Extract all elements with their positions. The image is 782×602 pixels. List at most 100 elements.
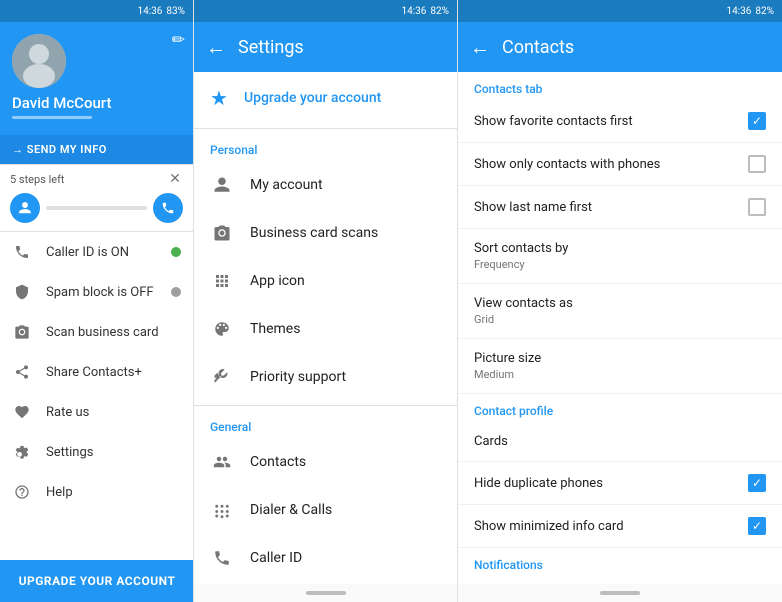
right-panel: 14:36 82% ← Contacts Contacts tab Show f… (458, 0, 782, 602)
nav-indicator-right (600, 591, 640, 595)
share-icon (12, 362, 32, 382)
row-picture-size[interactable]: Picture size Medium (458, 339, 782, 394)
middle-nav-bar (194, 584, 457, 602)
app-icon-label: App icon (250, 273, 305, 289)
help-icon (12, 482, 32, 502)
only-with-phones-checkbox[interactable] (748, 155, 766, 173)
status-time-middle: 14:36 (402, 6, 427, 17)
upgrade-item[interactable]: ★ Upgrade your account (194, 72, 457, 124)
show-minimized-checkbox[interactable]: ✓ (748, 517, 766, 535)
row-sort-contacts[interactable]: Sort contacts by Frequency (458, 229, 782, 284)
row-birthdays[interactable]: Birthdays notification ✓ (458, 576, 782, 584)
caller-id-label: Caller ID is ON (46, 245, 129, 260)
settings-header: ← Settings (194, 22, 457, 72)
contacts-title: Contacts (502, 37, 574, 58)
help-label: Help (46, 485, 73, 500)
settings-item-business-card[interactable]: Business card scans (194, 209, 457, 257)
settings-label: Settings (46, 445, 93, 460)
contacts-settings-label: Contacts (250, 454, 306, 470)
caller-id-icon (210, 546, 234, 570)
close-steps-icon[interactable]: ✕ (167, 171, 183, 187)
steps-banner: 5 steps left ✕ (0, 165, 193, 191)
settings-back-button[interactable]: ← (206, 35, 226, 60)
row-view-contacts[interactable]: View contacts as Grid (458, 284, 782, 339)
avatar (12, 34, 66, 88)
shield-icon (12, 282, 32, 302)
settings-item-my-account[interactable]: My account (194, 161, 457, 209)
only-with-phones-label: Show only contacts with phones (474, 157, 660, 172)
dialer-calls-label: Dialer & Calls (250, 502, 332, 518)
nav-indicator-middle (306, 591, 346, 595)
business-card-label: Business card scans (250, 225, 378, 241)
row-hide-duplicate[interactable]: Hide duplicate phones ✓ (458, 462, 782, 505)
settings-item-themes[interactable]: Themes (194, 305, 457, 353)
menu-item-spam-block[interactable]: Spam block is OFF (0, 272, 193, 312)
priority-support-label: Priority support (250, 369, 346, 385)
last-name-first-checkbox[interactable] (748, 198, 766, 216)
show-minimized-label: Show minimized info card (474, 519, 624, 534)
middle-panel: 14:36 82% ← Settings ★ Upgrade your acco… (194, 0, 458, 602)
row-only-with-phones[interactable]: Show only contacts with phones (458, 143, 782, 186)
person-icon (210, 173, 234, 197)
show-favorites-checkbox[interactable]: ✓ (748, 112, 766, 130)
contacts-header: ← Contacts (458, 22, 782, 72)
send-my-info-button[interactable]: → SEND MY INFO (0, 135, 193, 165)
menu-item-settings[interactable]: Settings (0, 432, 193, 472)
step-icon-phone (153, 193, 183, 223)
view-contacts-sub: Grid (474, 313, 573, 326)
edit-icon[interactable]: ✏ (172, 30, 185, 49)
contacts-back-button[interactable]: ← (470, 35, 490, 60)
row-show-favorites[interactable]: Show favorite contacts first ✓ (458, 100, 782, 143)
settings-item-caller-id[interactable]: Caller ID (194, 534, 457, 582)
notifications-section: Notifications (458, 548, 782, 576)
status-time-right: 14:36 (727, 6, 752, 17)
hide-duplicate-checkbox[interactable]: ✓ (748, 474, 766, 492)
settings-content: ★ Upgrade your account Personal My accou… (194, 72, 457, 584)
send-my-info-label: → SEND MY INFO (12, 143, 107, 156)
settings-item-contacts[interactable]: Contacts (194, 438, 457, 486)
status-time-left: 14:36 (138, 6, 163, 17)
menu-item-scan-card[interactable]: Scan business card (0, 312, 193, 352)
row-last-name-first[interactable]: Show last name first (458, 186, 782, 229)
view-contacts-label: View contacts as (474, 296, 573, 311)
hide-duplicate-label: Hide duplicate phones (474, 476, 603, 491)
sort-contacts-sub: Frequency (474, 258, 568, 271)
step-icon-person (10, 193, 40, 223)
settings-item-dialer[interactable]: Dialer & Calls (194, 486, 457, 534)
camera-icon (12, 322, 32, 342)
caller-id-settings-label: Caller ID (250, 550, 302, 566)
menu-item-help[interactable]: Help (0, 472, 193, 512)
row-show-minimized[interactable]: Show minimized info card ✓ (458, 505, 782, 548)
upgrade-label: Upgrade your account (244, 90, 381, 106)
settings-item-app-icon[interactable]: App icon (194, 257, 457, 305)
left-panel-wrapper: Caller ID is ON Spam block is OFF Scan b… (0, 232, 193, 602)
wrench-icon (210, 365, 234, 389)
status-bar-middle: 14:36 82% (194, 0, 457, 22)
general-section-header: General (194, 410, 457, 438)
gear-icon (12, 442, 32, 462)
status-bar-left: 14:36 83% (0, 0, 193, 22)
menu-item-share-contacts[interactable]: Share Contacts+ (0, 352, 193, 392)
contact-profile-section: Contact profile (458, 394, 782, 422)
contacts-content: Contacts tab Show favorite contacts firs… (458, 72, 782, 584)
rate-us-label: Rate us (46, 405, 89, 420)
caller-id-status (171, 247, 181, 257)
steps-icons-row (0, 191, 193, 232)
personal-section-header: Personal (194, 133, 457, 161)
contacts-icon (210, 450, 234, 474)
show-favorites-label: Show favorite contacts first (474, 114, 633, 129)
camera-settings-icon (210, 221, 234, 245)
palette-icon (210, 317, 234, 341)
status-battery-left: 83% (166, 6, 185, 17)
picture-size-sub: Medium (474, 368, 541, 381)
menu-item-rate-us[interactable]: Rate us (0, 392, 193, 432)
left-header: ✏ David McCourt (0, 22, 193, 135)
my-account-label: My account (250, 177, 323, 193)
left-panel: 14:36 83% ✏ David McCourt → SEND MY INFO… (0, 0, 194, 602)
scan-card-label: Scan business card (46, 325, 159, 340)
spam-block-label: Spam block is OFF (46, 285, 154, 300)
row-cards[interactable]: Cards (458, 422, 782, 462)
settings-item-priority[interactable]: Priority support (194, 353, 457, 401)
upgrade-button[interactable]: UPGRADE YOUR ACCOUNT (0, 560, 193, 602)
menu-item-caller-id[interactable]: Caller ID is ON (0, 232, 193, 272)
